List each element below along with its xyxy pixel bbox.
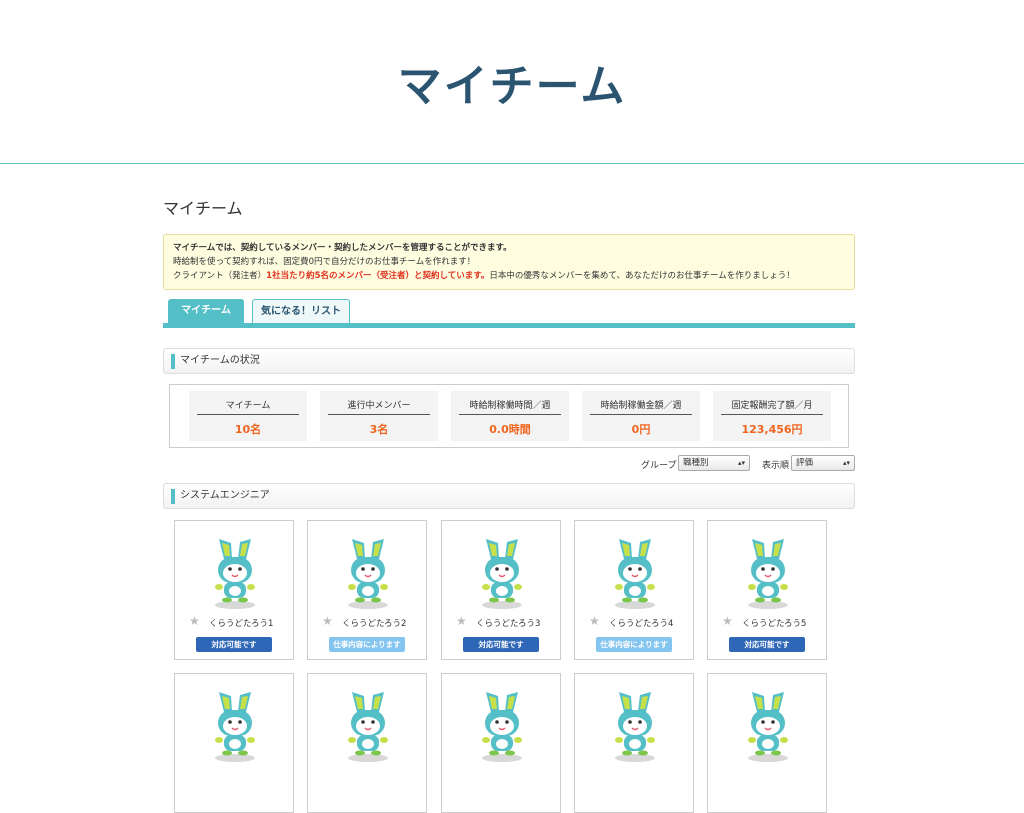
favorite-star-icon[interactable]: ★ — [456, 614, 467, 628]
member-card[interactable] — [307, 673, 427, 813]
stat-value: 0.0時間 — [489, 423, 531, 436]
info-line-3: クライアント（発注者）1社当たり約5名のメンバー（受注者）と契約しています。日本… — [173, 269, 845, 283]
group-label: グループ — [641, 461, 677, 471]
select-arrows-icon: ▴▾ — [842, 459, 850, 467]
group-select[interactable]: 職種別 ▴▾ — [678, 455, 750, 471]
info-box: マイチームでは、契約しているメンバー・契約したメンバーを管理することができます。… — [163, 234, 855, 290]
member-card[interactable]: ★ くらうどたろう4 仕事内容によります — [574, 520, 694, 660]
tab-my-team[interactable]: マイチーム — [168, 299, 244, 323]
member-avatar — [347, 538, 389, 609]
slide-divider — [0, 163, 1024, 164]
tab-list: マイチーム 気になる！リスト — [163, 299, 855, 323]
stat-hourly-amount: 時給制稼働金額／週 0円 — [582, 391, 700, 441]
stat-label: 時給制稼働時間／週 — [459, 398, 561, 415]
stat-active-members: 進行中メンバー 3名 — [320, 391, 438, 441]
info-line-1: マイチームでは、契約しているメンバー・契約したメンバーを管理することができます。 — [173, 243, 512, 253]
info-line-2: 時給制を使って契約すれば、固定費0円で自分だけのお仕事チームを作れます！ — [173, 257, 476, 267]
member-status-badge: 対応可能です — [196, 637, 272, 652]
favorite-star-icon[interactable]: ★ — [722, 614, 733, 628]
stat-value: 10名 — [234, 423, 262, 436]
member-avatar — [614, 691, 656, 762]
member-card[interactable]: ★ くらうどたろう1 対応可能です — [174, 520, 294, 660]
member-status-badge: 仕事内容によります — [329, 637, 405, 652]
stat-label: 固定報酬完了額／月 — [721, 398, 823, 415]
member-avatar — [481, 538, 523, 609]
sort-select[interactable]: 評価 ▴▾ — [791, 455, 855, 471]
member-card[interactable]: ★ くらうどたろう5 対応可能です — [707, 520, 827, 660]
stat-value: 3名 — [369, 423, 389, 436]
page-title: マイチーム — [163, 199, 243, 218]
member-avatar — [747, 538, 789, 609]
member-avatar — [347, 691, 389, 762]
member-status-badge: 対応可能です — [729, 637, 805, 652]
filter-bar: グループ 職種別 ▴▾ 表示順 評価 ▴▾ — [163, 455, 855, 473]
member-name[interactable]: くらうどたろう5 — [742, 617, 806, 629]
member-card[interactable] — [707, 673, 827, 813]
stat-label: 進行中メンバー — [328, 398, 430, 415]
member-avatar — [214, 538, 256, 609]
team-stats: マイチーム 10名 進行中メンバー 3名 時給制稼働時間／週 0.0時間 時給制… — [169, 384, 849, 448]
member-name[interactable]: くらうどたろう4 — [609, 617, 673, 629]
member-name[interactable]: くらうどたろう1 — [209, 617, 273, 629]
member-status-badge: 仕事内容によります — [596, 637, 672, 652]
my-team-page: マイチーム マイチームでは、契約しているメンバー・契約したメンバーを管理すること… — [163, 198, 855, 813]
tab-watch-list[interactable]: 気になる！リスト — [252, 299, 350, 323]
info-line-3-post: 日本中の優秀なメンバーを集めて、あなただけのお仕事チームを作りましょう！ — [489, 271, 795, 281]
member-card[interactable]: ★ くらうどたろう3 対応可能です — [441, 520, 561, 660]
section-marker — [171, 354, 175, 369]
info-line-3-highlight: 1社当たり約5名のメンバー（受注者）と契約しています。 — [266, 271, 490, 281]
member-grid: ★ くらうどたろう1 対応可能です ★ くらうどたろう2 仕事内容によります ★ くらうどたろ… — [163, 520, 855, 813]
sort-label: 表示順 — [762, 461, 790, 471]
member-name[interactable]: くらうどたろう3 — [476, 617, 540, 629]
status-section-title: マイチームの状況 — [180, 355, 260, 366]
slide-title: マイチーム — [397, 61, 627, 112]
sort-select-value: 評価 — [796, 458, 814, 468]
member-avatar — [614, 538, 656, 609]
stat-value: 0円 — [631, 423, 651, 436]
section-marker — [171, 489, 175, 504]
stat-label: マイチーム — [197, 398, 299, 415]
member-name[interactable]: くらうどたろう2 — [342, 617, 406, 629]
member-card[interactable] — [574, 673, 694, 813]
member-card[interactable] — [441, 673, 561, 813]
info-line-3-pre: クライアント（発注者） — [173, 271, 267, 281]
favorite-star-icon[interactable]: ★ — [189, 614, 200, 628]
member-card[interactable]: ★ くらうどたろう2 仕事内容によります — [307, 520, 427, 660]
member-avatar — [747, 691, 789, 762]
member-avatar — [481, 691, 523, 762]
group-select-value: 職種別 — [683, 458, 709, 468]
member-avatar — [214, 691, 256, 762]
stat-value: 123,456円 — [741, 423, 803, 436]
status-section-header: マイチームの状況 — [163, 348, 855, 374]
stat-hourly-hours: 時給制稼働時間／週 0.0時間 — [451, 391, 569, 441]
favorite-star-icon[interactable]: ★ — [322, 614, 333, 628]
select-arrows-icon: ▴▾ — [737, 459, 745, 467]
category-title: システムエンジニア — [180, 490, 270, 501]
stat-my-team: マイチーム 10名 — [189, 391, 307, 441]
stat-fixed-complete: 固定報酬完了額／月 123,456円 — [713, 391, 831, 441]
stat-label: 時給制稼働金額／週 — [590, 398, 692, 415]
member-status-badge: 対応可能です — [463, 637, 539, 652]
category-section-header: システムエンジニア — [163, 483, 855, 509]
member-card[interactable] — [174, 673, 294, 813]
favorite-star-icon[interactable]: ★ — [589, 614, 600, 628]
